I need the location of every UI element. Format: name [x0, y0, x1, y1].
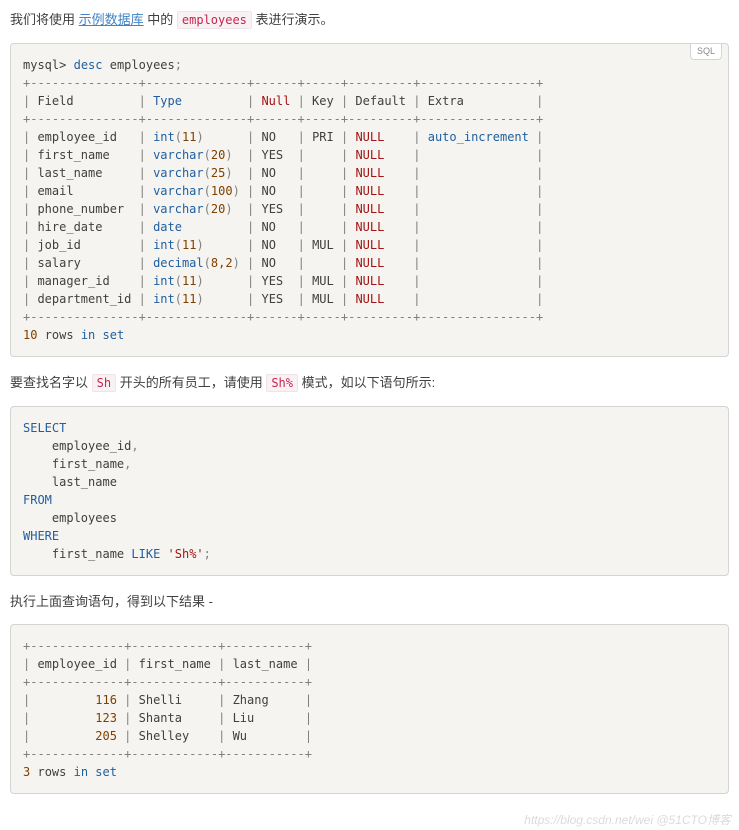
sample-db-link[interactable]: 示例数据库 [79, 12, 144, 27]
desc-output-block: SQLmysql> desc employees; +-------------… [10, 43, 729, 357]
watermark: https://blog.csdn.net/wei @51CTO博客 [524, 811, 731, 828]
sh-code: Sh [92, 374, 116, 392]
select-query-block: SELECT employee_id, first_name, last_nam… [10, 406, 729, 576]
intro-t1: 我们将使用 [10, 12, 79, 27]
para3: 执行上面查询语句，得到以下结果 - [10, 592, 729, 613]
employees-code: employees [177, 11, 252, 29]
intro-paragraph: 我们将使用 示例数据库 中的 employees 表进行演示。 [10, 10, 729, 31]
sql-badge: SQL [690, 43, 722, 61]
shpct-code: Sh% [266, 374, 298, 392]
intro-t2: 中的 [144, 12, 177, 27]
result-block: +-------------+------------+-----------+… [10, 624, 729, 794]
para2: 要查找名字以 Sh 开头的所有员工，请使用 Sh% 模式，如以下语句所示: [10, 373, 729, 394]
intro-t3: 表进行演示。 [252, 12, 334, 27]
